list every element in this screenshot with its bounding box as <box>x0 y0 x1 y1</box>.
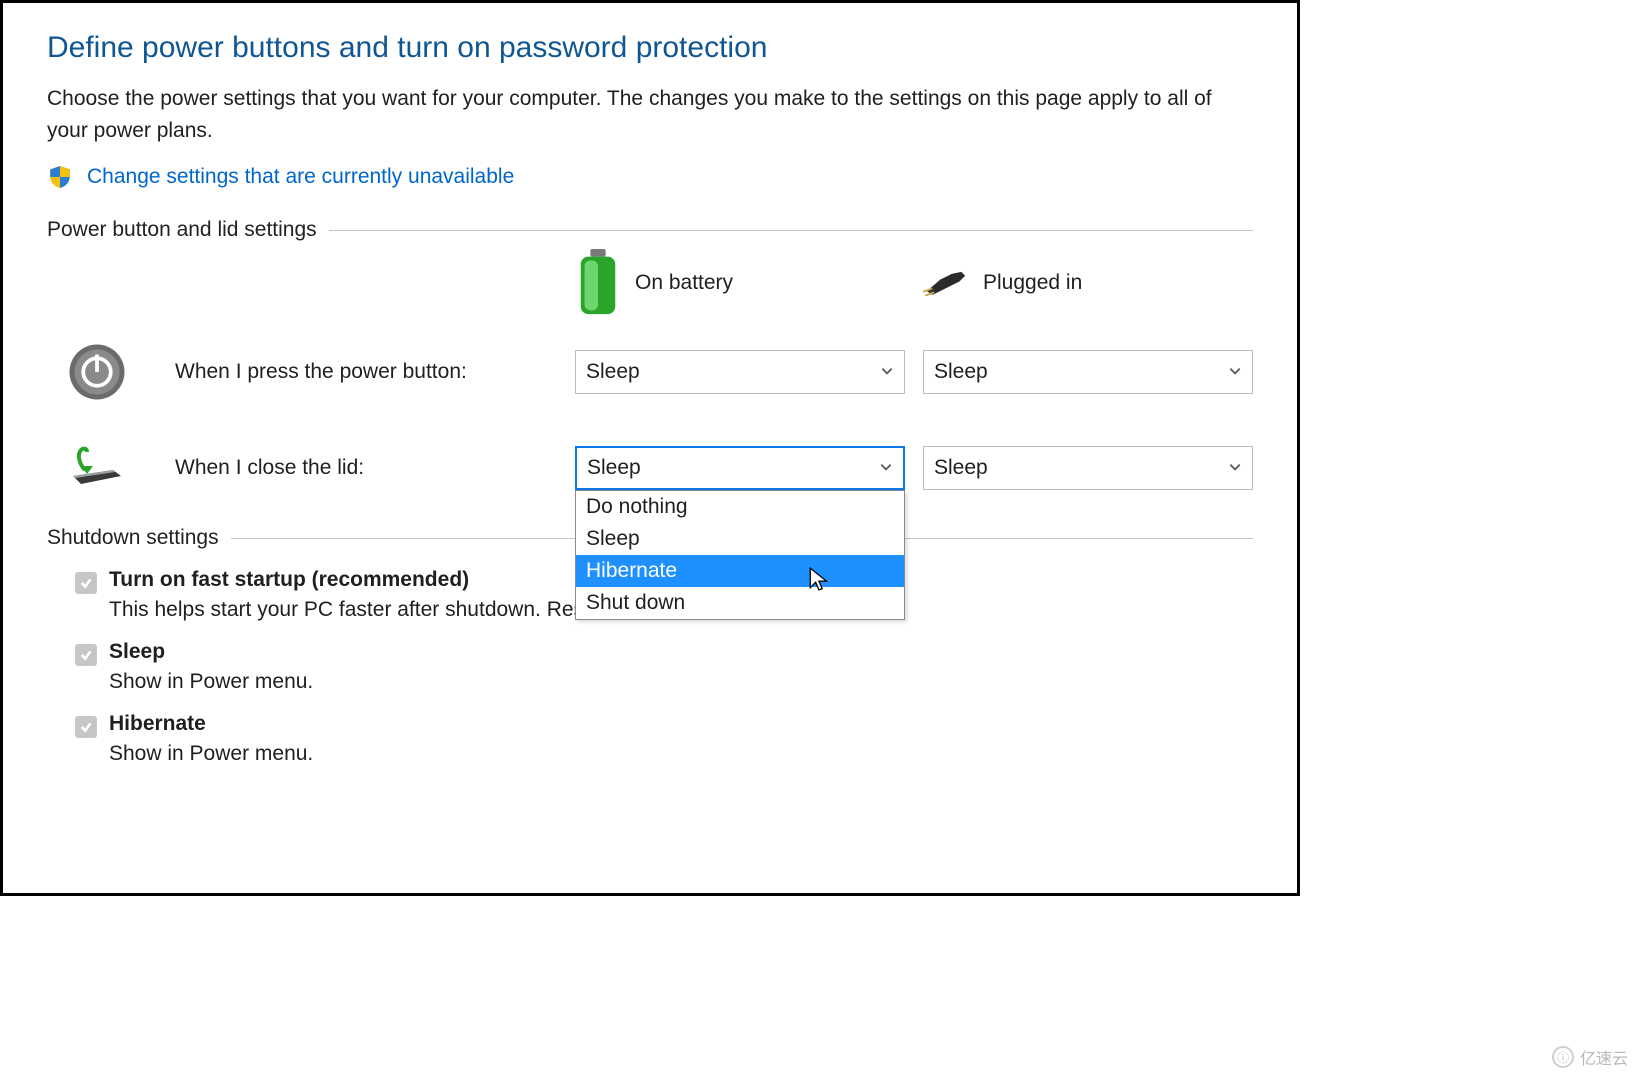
power-button-plugged-select[interactable]: Sleep <box>923 350 1253 394</box>
close-lid-icon <box>67 438 127 498</box>
close-lid-plugged-select[interactable]: Sleep <box>923 446 1253 490</box>
close-lid-battery-dropdown[interactable]: Do nothing Sleep Hibernate Shut down <box>575 490 905 620</box>
watermark: ⓘ 亿速云 <box>1552 1045 1628 1069</box>
column-header-plugged: Plugged in <box>923 260 1253 306</box>
watermark-icon: ⓘ <box>1552 1046 1574 1068</box>
sleep-label: Sleep <box>109 640 165 664</box>
section-heading-power: Power button and lid settings <box>47 218 1253 242</box>
uac-link-text[interactable]: Change settings that are currently unava… <box>87 165 514 189</box>
plug-icon <box>923 260 969 306</box>
chevron-down-icon <box>1228 456 1242 480</box>
column-header-battery: On battery <box>575 260 905 306</box>
checkbox-fast-startup[interactable] <box>75 572 97 594</box>
checkbox-sleep[interactable] <box>75 644 97 666</box>
chevron-down-icon <box>879 456 893 480</box>
chevron-down-icon <box>1228 360 1242 384</box>
dropdown-option-sleep[interactable]: Sleep <box>576 523 904 555</box>
page-intro: Choose the power settings that you want … <box>47 83 1253 146</box>
power-button-label: When I press the power button: <box>175 360 557 384</box>
checkbox-hibernate[interactable] <box>75 716 97 738</box>
shield-icon <box>47 164 73 190</box>
uac-link-row[interactable]: Change settings that are currently unava… <box>47 164 1253 190</box>
power-button-battery-select[interactable]: Sleep <box>575 350 905 394</box>
hibernate-desc: Show in Power menu. <box>109 742 1253 766</box>
chevron-down-icon <box>880 360 894 384</box>
close-lid-battery-select[interactable]: Sleep <box>575 446 905 490</box>
sleep-desc: Show in Power menu. <box>109 670 1253 694</box>
sleep-row: Sleep <box>75 640 1253 666</box>
power-settings-grid: On battery Plugged in When I press the p… <box>67 260 1253 498</box>
page-title: Define power buttons and turn on passwor… <box>47 31 1253 65</box>
hibernate-label: Hibernate <box>109 712 206 736</box>
battery-icon <box>575 260 621 306</box>
power-options-panel: Define power buttons and turn on passwor… <box>0 0 1300 896</box>
close-lid-label: When I close the lid: <box>175 456 557 480</box>
dropdown-option-hibernate[interactable]: Hibernate <box>576 555 904 587</box>
dropdown-option-do-nothing[interactable]: Do nothing <box>576 491 904 523</box>
fast-startup-label: Turn on fast startup (recommended) <box>109 568 469 592</box>
hibernate-row: Hibernate <box>75 712 1253 738</box>
power-button-icon <box>67 342 127 402</box>
dropdown-option-shut-down[interactable]: Shut down <box>576 587 904 619</box>
